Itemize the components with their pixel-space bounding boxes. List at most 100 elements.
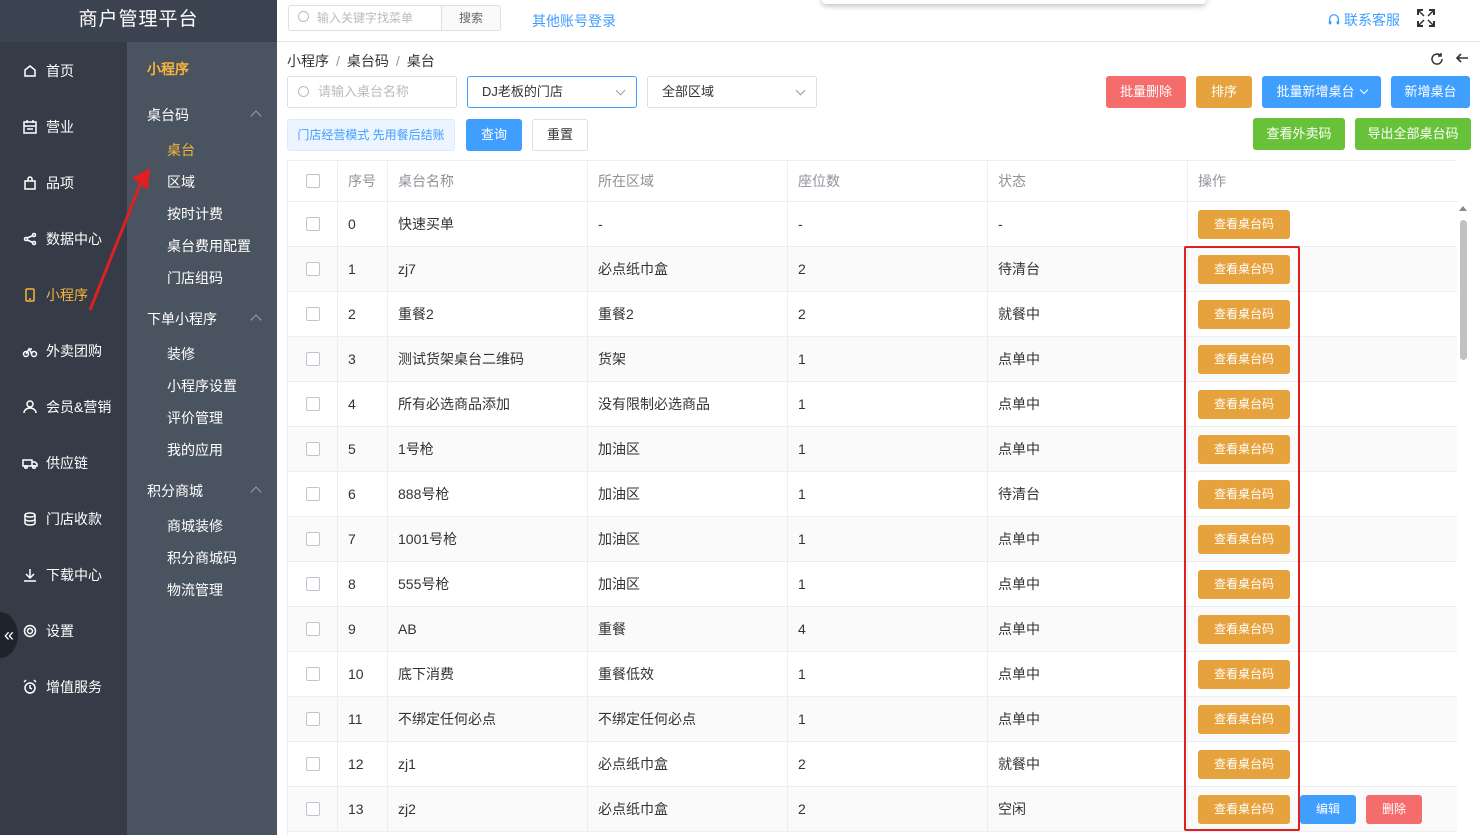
nav-item[interactable]: 数据中心: [0, 219, 127, 259]
row-checkbox[interactable]: [305, 217, 320, 231]
subnav-item[interactable]: 区域: [167, 172, 195, 192]
subnav-group[interactable]: 积分商城: [147, 481, 203, 501]
view-table-code-button[interactable]: 查看桌台码: [1198, 344, 1290, 374]
subnav-item[interactable]: 商城装修: [167, 516, 223, 536]
view-table-code-button[interactable]: 查看桌台码: [1198, 659, 1290, 689]
breadcrumb-item[interactable]: 小程序: [287, 53, 329, 69]
subnav-item[interactable]: 门店组码: [167, 268, 223, 288]
add-table-button[interactable]: 新增桌台: [1391, 76, 1470, 108]
subnav-item[interactable]: 物流管理: [167, 580, 223, 600]
cell-seats: 1: [788, 337, 988, 381]
row-checkbox[interactable]: [305, 397, 320, 411]
back-arrow-icon[interactable]: [1455, 51, 1469, 65]
scroll-up-arrow[interactable]: [1459, 206, 1467, 211]
subnav-item[interactable]: 评价管理: [167, 408, 223, 428]
query-button[interactable]: 查询: [466, 119, 522, 151]
cell-actions: 查看桌台码: [1188, 292, 1457, 336]
row-checkbox[interactable]: [305, 622, 320, 636]
view-table-code-button[interactable]: 查看桌台码: [1198, 794, 1290, 824]
nav-item[interactable]: 门店收款: [0, 499, 127, 539]
view-table-code-button[interactable]: 查看桌台码: [1198, 209, 1290, 239]
subnav-item[interactable]: 积分商城码: [167, 548, 237, 568]
nav-item[interactable]: 营业: [0, 107, 127, 147]
export-all-codes-button[interactable]: 导出全部桌台码: [1355, 118, 1471, 150]
refresh-icon[interactable]: [1430, 52, 1444, 66]
row-checkbox[interactable]: [305, 532, 320, 546]
view-table-code-button[interactable]: 查看桌台码: [1198, 569, 1290, 599]
area-select-value: 全部区域: [662, 84, 715, 99]
view-table-code-button[interactable]: 查看桌台码: [1198, 434, 1290, 464]
subnav-group[interactable]: 下单小程序: [147, 309, 217, 329]
cell-area: 加油区: [588, 562, 788, 606]
nav-item[interactable]: 会员&营销: [0, 387, 127, 427]
delete-button[interactable]: 删除: [1366, 794, 1422, 824]
nav-item[interactable]: 下载中心: [0, 555, 127, 595]
nav-item[interactable]: 设置: [0, 611, 127, 651]
area-select[interactable]: 全部区域: [647, 76, 817, 108]
chevron-up-icon[interactable]: [250, 314, 262, 326]
cell-no: 4: [338, 382, 388, 426]
nav-item[interactable]: 供应链: [0, 443, 127, 483]
view-table-code-button[interactable]: 查看桌台码: [1198, 704, 1290, 734]
store-select[interactable]: DJ老板的门店: [467, 76, 637, 108]
subnav-item[interactable]: 桌台费用配置: [167, 236, 251, 256]
table-row: 4 所有必选商品添加 没有限制必选商品 1 点单中 查看桌台码: [288, 382, 1457, 427]
cell-status: 点单中: [988, 337, 1188, 381]
subnav-item[interactable]: 按时计费: [167, 204, 223, 224]
select-all-checkbox[interactable]: [305, 174, 320, 188]
breadcrumb-item[interactable]: 桌台码: [347, 53, 389, 69]
subnav-item[interactable]: 我的应用: [167, 440, 223, 460]
row-checkbox[interactable]: [305, 802, 320, 816]
nav-item[interactable]: 首页: [0, 51, 127, 91]
row-checkbox[interactable]: [305, 262, 320, 276]
nav-item-label: 首页: [46, 63, 74, 79]
table-row: 13 zj2 必点纸巾盒 2 空闲 查看桌台码 编辑 删除: [288, 787, 1457, 832]
row-checkbox[interactable]: [305, 712, 320, 726]
view-table-code-button[interactable]: 查看桌台码: [1198, 299, 1290, 329]
batch-add-table-button[interactable]: 批量新增桌台: [1262, 76, 1381, 108]
menu-search-button[interactable]: 搜索: [442, 5, 501, 31]
view-table-code-button[interactable]: 查看桌台码: [1198, 614, 1290, 644]
view-table-code-button[interactable]: 查看桌台码: [1198, 479, 1290, 509]
table-row: 11 不绑定任何必点 不绑定任何必点 1 点单中 查看桌台码: [288, 697, 1457, 742]
contact-support-link[interactable]: 联系客服: [1327, 10, 1400, 30]
row-checkbox[interactable]: [305, 667, 320, 681]
cell-status: 点单中: [988, 607, 1188, 651]
row-checkbox[interactable]: [305, 442, 320, 456]
cell-name: 1001号枪: [388, 517, 588, 561]
table-name-input[interactable]: 请输入桌台名称: [287, 76, 457, 108]
cell-seats: 2: [788, 247, 988, 291]
other-account-login-link[interactable]: 其他账号登录: [532, 11, 616, 31]
cell-no: 3: [338, 337, 388, 381]
edit-button[interactable]: 编辑: [1300, 794, 1356, 824]
subnav-item[interactable]: 装修: [167, 344, 195, 364]
row-checkbox[interactable]: [305, 487, 320, 501]
view-takeout-code-button[interactable]: 查看外卖码: [1253, 118, 1345, 150]
row-checkbox[interactable]: [305, 577, 320, 591]
row-checkbox[interactable]: [305, 307, 320, 321]
batch-delete-button[interactable]: 批量删除: [1106, 76, 1186, 108]
view-table-code-button[interactable]: 查看桌台码: [1198, 254, 1290, 284]
nav-item[interactable]: 增值服务: [0, 667, 127, 707]
view-table-code-button[interactable]: 查看桌台码: [1198, 524, 1290, 554]
subnav-item[interactable]: 桌台: [167, 140, 195, 160]
sort-button[interactable]: 排序: [1196, 76, 1252, 108]
cell-actions: 查看桌台码: [1188, 562, 1457, 606]
table-scrollbar[interactable]: [1460, 220, 1467, 360]
cell-status: 待清台: [988, 472, 1188, 516]
view-table-code-button[interactable]: 查看桌台码: [1198, 389, 1290, 419]
row-checkbox[interactable]: [305, 757, 320, 771]
cell-no: 7: [338, 517, 388, 561]
row-checkbox[interactable]: [305, 352, 320, 366]
menu-search-input[interactable]: 输入关键字找菜单: [288, 5, 442, 31]
subnav-group[interactable]: 桌台码: [147, 105, 189, 125]
chevron-up-icon[interactable]: [250, 486, 262, 498]
nav-item[interactable]: 品项: [0, 163, 127, 203]
view-table-code-button[interactable]: 查看桌台码: [1198, 749, 1290, 779]
nav-item[interactable]: 外卖团购: [0, 331, 127, 371]
fullscreen-icon[interactable]: [1417, 9, 1435, 27]
nav-item[interactable]: 小程序: [0, 275, 127, 315]
subnav-item[interactable]: 小程序设置: [167, 376, 237, 396]
chevron-up-icon[interactable]: [250, 110, 262, 122]
reset-button[interactable]: 重置: [532, 119, 588, 151]
